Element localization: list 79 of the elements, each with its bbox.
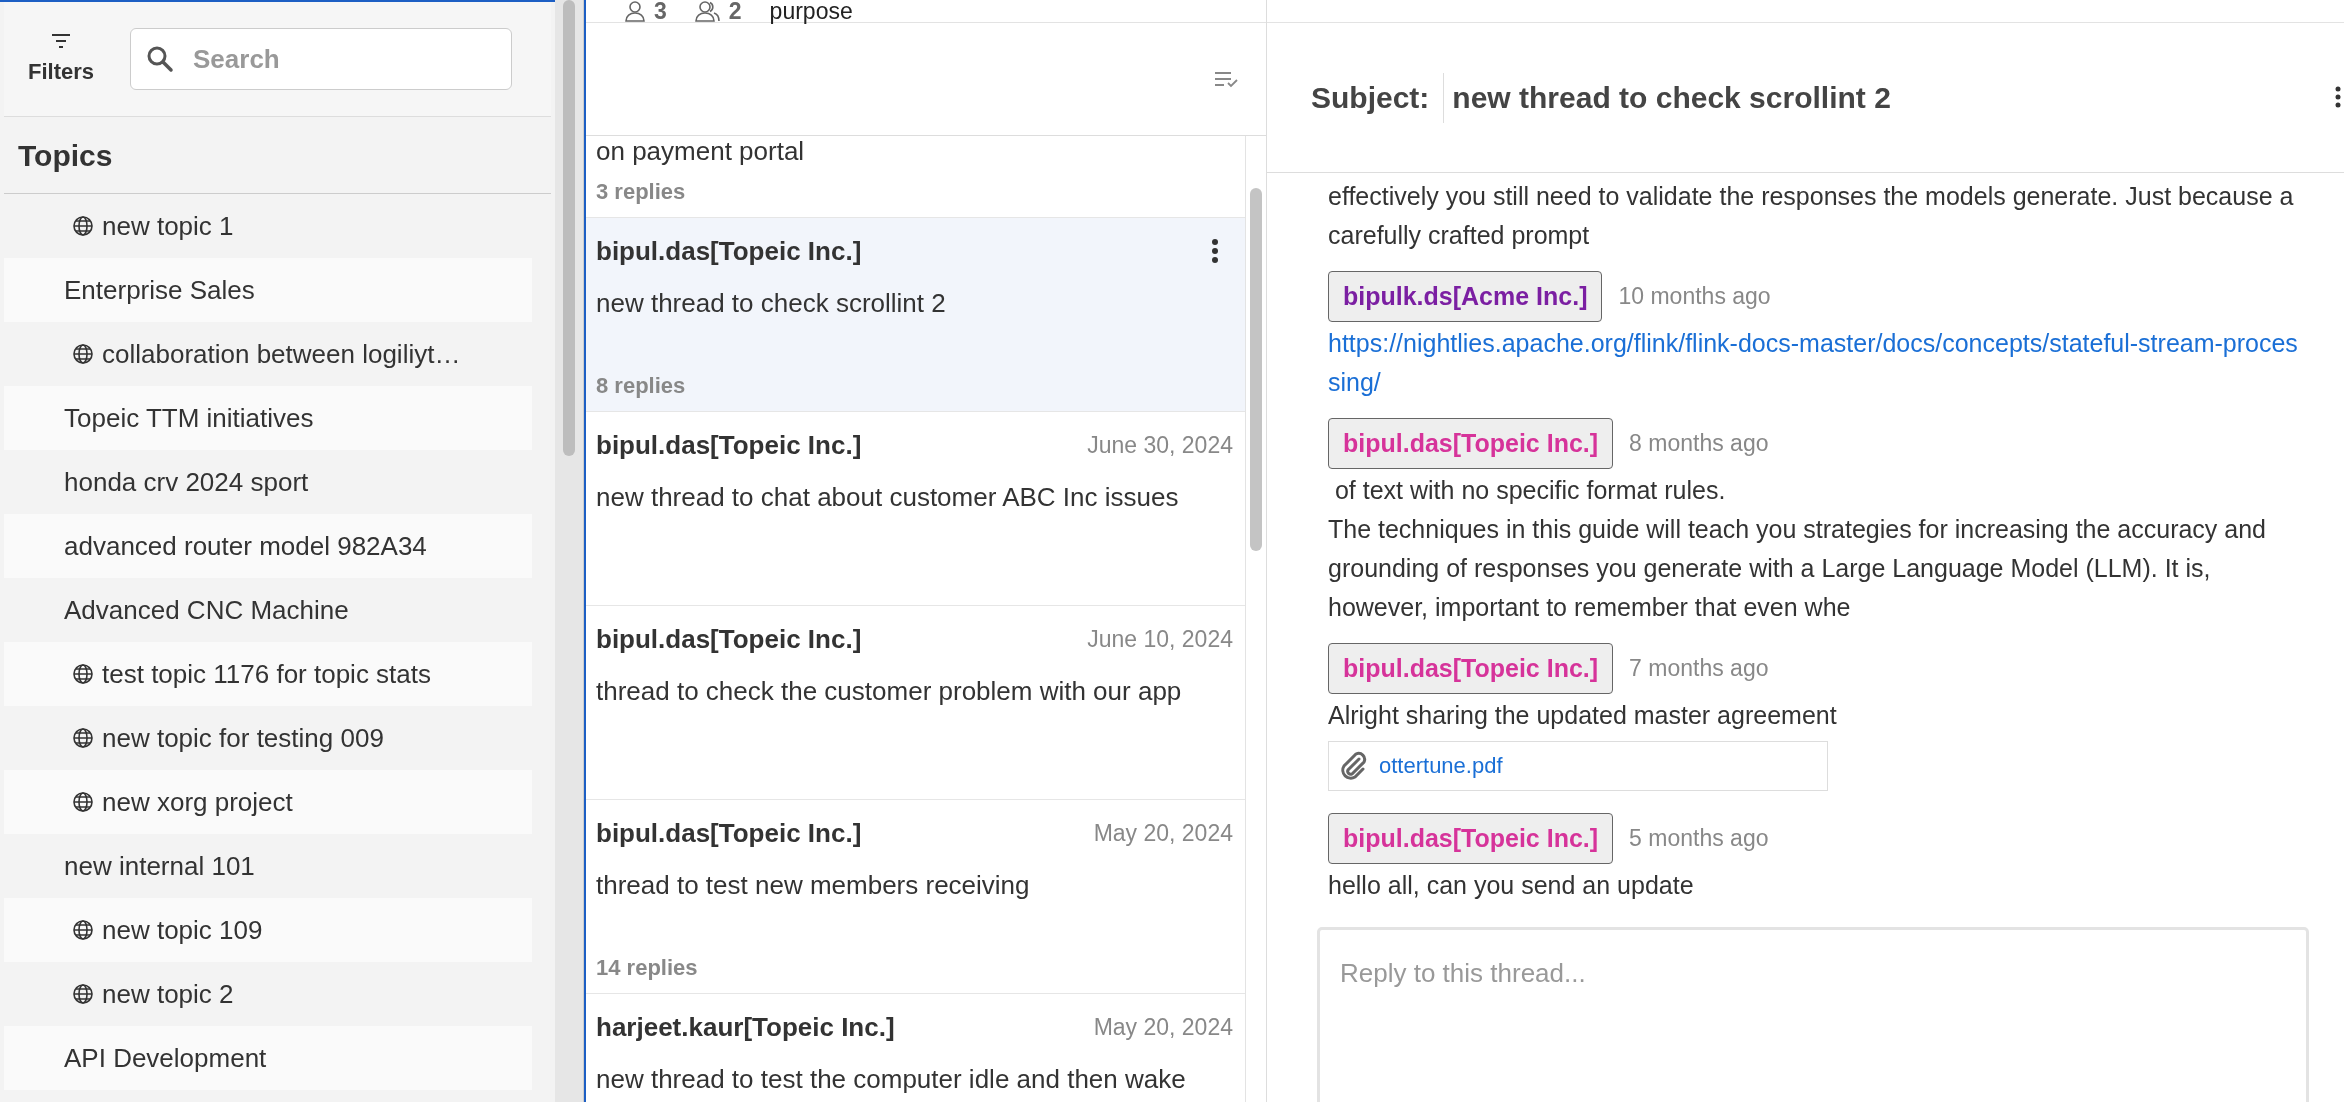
paperclip-icon (1339, 751, 1369, 781)
thread-author: bipul.das[Topeic Inc.] (596, 623, 862, 655)
topic-item[interactable]: new topic 2 (4, 962, 532, 1026)
thread-author: bipul.das[Topeic Inc.] (596, 817, 862, 849)
topic-item[interactable]: new topic 109 (4, 898, 532, 962)
subject-label: Subject: (1311, 80, 1430, 115)
message-text: of text with no specific format rules. (1333, 475, 1727, 506)
author-tag[interactable]: bipulk.ds[Acme Inc.] (1328, 271, 1603, 322)
sort-list-icon[interactable] (1214, 70, 1240, 88)
attachment-card[interactable]: ottertune.pdf (1328, 741, 1828, 791)
more-options-icon[interactable] (2334, 86, 2342, 108)
thread-item[interactable]: harjeet.kaur[Topeic Inc.] May 20, 2024 new thread to test the computer idle and then wake (586, 994, 1245, 1102)
attachment-link[interactable]: ottertune.pdf (1379, 753, 1503, 779)
scrollbar-thumb[interactable] (1250, 188, 1262, 551)
topic-item[interactable]: new internal 101 (4, 834, 532, 898)
topic-item[interactable]: Enterprise Sales (4, 258, 532, 322)
thread-author: bipul.das[Topeic Inc.] (596, 235, 862, 267)
search-field[interactable]: Search (130, 28, 513, 90)
globe-icon (72, 983, 94, 1005)
globe-icon (72, 663, 94, 685)
scrollbar-thumb[interactable] (563, 0, 575, 456)
reply-count: 8 replies (596, 373, 687, 399)
topic-item[interactable]: honda crv 2024 sport (4, 450, 532, 514)
thread-author: bipul.das[Topeic Inc.] (596, 429, 862, 461)
reply-count: 14 replies (596, 955, 699, 981)
purpose-label: purpose (769, 0, 853, 25)
message-link[interactable]: https://nightlies.apache.org/flink/flink-docs-master/docs/concepts/stateful-stream-processing/ (1328, 324, 2298, 402)
thread-subject: new thread to chat about customer ABC Inc issues (596, 482, 1180, 513)
thread-subject: new thread to check scrollint 2 (596, 288, 947, 319)
thread-subject: thread to test new members receiving (596, 870, 1031, 901)
thread-item[interactable]: bipul.das[Topeic Inc.] new thread to check scrollint 2 8 replies (586, 218, 1245, 412)
group-count: 2 (728, 0, 742, 25)
more-options-icon[interactable] (1211, 238, 1219, 264)
people-icon (694, 0, 721, 22)
topic-item[interactable]: new topic 1 (4, 194, 532, 258)
member-count: 3 (654, 0, 667, 25)
topic-item[interactable]: Topeic TTM initiatives (4, 386, 532, 450)
message-time: 7 months ago (1629, 655, 1769, 682)
author-tag[interactable]: bipul.das[Topeic Inc.] (1328, 813, 1614, 864)
globe-icon (72, 215, 94, 237)
search-icon (146, 45, 175, 73)
thread-subject: new thread to test the computer idle and then wake (596, 1064, 1187, 1095)
reply-count: 3 replies (596, 179, 687, 205)
message-text: The techniques in this guide will teach you strategies for increasing the accuracy and grounding of responses you generate with a Large Language Model (LLM). It is, however, important to remember that even whe (1328, 514, 2268, 623)
subject-title: new thread to check scrollint 2 (1443, 72, 1891, 123)
globe-icon (72, 919, 94, 941)
thread-date: June 10, 2024 (1087, 625, 1233, 653)
topic-item[interactable]: advanced router model 982A34 (4, 514, 532, 578)
message-time: 10 months ago (1618, 283, 1771, 310)
thread-subject: on payment portal (596, 136, 806, 167)
topic-item[interactable]: new xorg project (4, 770, 532, 834)
thread-subject: thread to check the customer problem with our app (596, 676, 1183, 707)
globe-icon (72, 791, 94, 813)
filters-button[interactable]: Filters (16, 25, 107, 93)
globe-icon (72, 727, 94, 749)
message-time: 8 months ago (1629, 430, 1769, 457)
filter-icon (50, 33, 72, 49)
message-text: effectively you still need to validate the responses the models generate. Just because a carefully crafted prompt (1328, 181, 2295, 251)
thread-date: May 20, 2024 (1093, 819, 1233, 847)
globe-icon (72, 343, 94, 365)
author-tag[interactable]: bipul.das[Topeic Inc.] (1328, 418, 1614, 469)
topic-item[interactable]: collaboration between logiliyt… (4, 322, 532, 386)
message-text: hello all, can you send an update (1328, 870, 1695, 901)
author-tag[interactable]: bipul.das[Topeic Inc.] (1328, 643, 1614, 694)
message-time: 5 months ago (1629, 825, 1769, 852)
topic-item[interactable]: Advanced CNC Machine (4, 578, 532, 642)
message-text: Alright sharing the updated master agreement (1328, 700, 1838, 731)
thread-author: harjeet.kaur[Topeic Inc.] (596, 1011, 895, 1043)
topics-heading: Topics (4, 117, 551, 194)
topic-item[interactable]: test topic 1176 for topic stats (4, 642, 532, 706)
person-icon (624, 0, 646, 22)
thread-item[interactable]: bipul.das[Topeic Inc.] June 30, 2024 new thread to chat about customer ABC Inc issues (586, 412, 1245, 606)
reply-field[interactable]: Reply to this thread... (1317, 927, 2309, 1102)
thread-date: June 30, 2024 (1087, 431, 1233, 459)
topic-item[interactable]: API Development (4, 1026, 532, 1090)
topic-item[interactable]: new topic for testing 009 (4, 706, 532, 770)
thread-date: May 20, 2024 (1093, 1013, 1233, 1041)
thread-item[interactable]: bipul.das[Topeic Inc.] June 10, 2024 thread to check the customer problem with our app (586, 606, 1245, 800)
thread-item[interactable]: bipul.das[Topeic Inc.] May 20, 2024 thread to test new members receiving 14 replies (586, 800, 1245, 994)
